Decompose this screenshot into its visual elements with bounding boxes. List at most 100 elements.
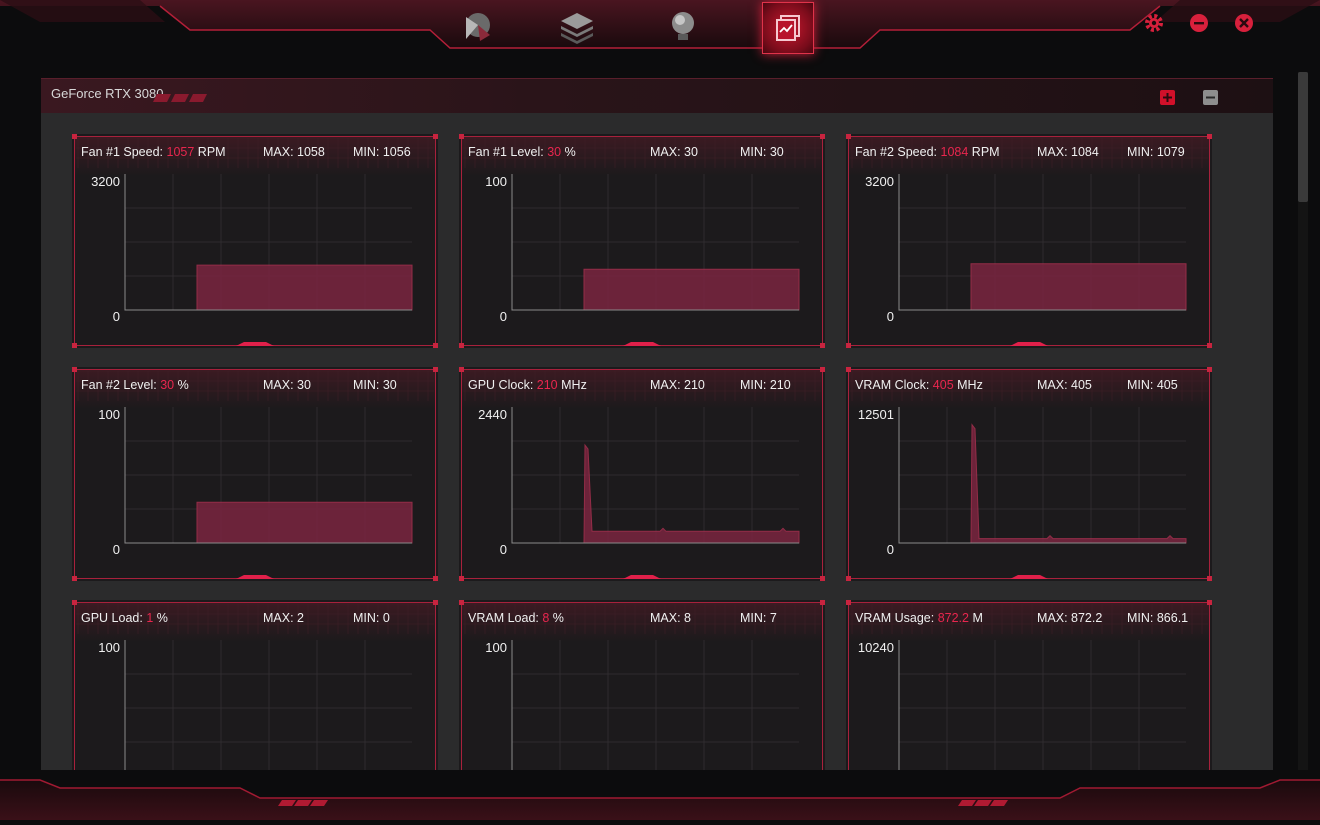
metric-min: MIN: 405 [1127,378,1178,392]
metric-chart [511,640,799,777]
card-title: Fan #1 Speed: 1057 RPM [81,145,226,159]
y-axis-min-label: 0 [499,309,507,324]
metric-min: MIN: 30 [353,378,397,392]
metric-value: 30 [547,145,562,159]
metric-label: Fan #1 Speed [81,145,160,159]
y-axis-min-label: 0 [886,542,894,557]
card-title: Fan #1 Level: 30 % [468,145,576,159]
metric-max: MAX: 405 [1037,378,1092,392]
metric-value: 30 [160,378,175,392]
card-title: Fan #2 Speed: 1084 RPM [855,145,1000,159]
y-axis-max-label: 100 [98,640,120,655]
metric-chart [511,174,800,311]
metric-value: 405 [932,378,954,392]
metric-unit: % [552,611,564,625]
monitor-chart-icon [776,15,800,41]
collapse-button[interactable] [1203,90,1218,105]
metric-min: MIN: 1079 [1127,145,1185,159]
expand-button[interactable] [1160,90,1175,105]
metric-unit: M [972,611,983,625]
scrollbar-thumb[interactable] [1298,72,1308,202]
y-axis-max-label: 2440 [478,407,507,422]
metric-label: GPU Load [81,611,140,625]
metric-min: MIN: 210 [740,378,791,392]
chart-grid [125,640,412,776]
panel-header: GeForce RTX 3080 [41,78,1273,113]
layers-icon [561,13,593,44]
metric-chart [124,174,413,311]
nav-monitor-button[interactable] [762,2,814,54]
lightbulb-icon [672,12,694,40]
card-title: GPU Clock: 210 MHz [468,378,587,392]
metric-value: 8 [542,611,550,625]
y-axis-min-label: 0 [886,309,894,324]
monitor-card-fan-2-speed: Fan #2 Speed: 1084 RPM MAX: 1084 MIN: 1079… [846,134,1212,348]
nav-lighting-button[interactable] [658,2,708,52]
metric-max: MAX: 1084 [1037,145,1099,159]
y-axis-min-label: 0 [499,542,507,557]
metric-min: MIN: 0 [353,611,390,625]
metric-min: MIN: 1056 [353,145,411,159]
nav-gpu-tweak-button[interactable] [451,2,501,52]
close-button[interactable] [1232,11,1256,35]
metric-label: VRAM Load [468,611,536,625]
chart-grid [899,640,1186,776]
metric-unit: RPM [971,145,1000,159]
y-axis-max-label: 12501 [857,407,894,422]
monitor-card-fan-1-level: Fan #1 Level: 30 % MAX: 30 MIN: 30 100 0 [459,134,825,348]
metric-max: MAX: 872.2 [1037,611,1103,625]
settings-button[interactable] [1142,11,1166,35]
y-axis-max-label: 100 [98,407,120,422]
settings-icon [1145,14,1163,32]
metric-value: 1084 [940,145,969,159]
monitor-card-gpu-clock: GPU Clock: 210 MHz MAX: 210 MIN: 210 2440 0 [459,367,825,581]
metric-max: MAX: 30 [650,145,698,159]
monitor-card-fan-1-speed: Fan #1 Speed: 1057 RPM MAX: 1058 MIN: 1056… [72,134,438,348]
chart-grid [899,407,1186,543]
header-stripes [153,94,207,102]
chart-grid [512,407,799,543]
metric-value: 210 [536,378,558,392]
metric-unit: % [564,145,576,159]
metric-value: 1057 [166,145,195,159]
metric-chart [898,640,1186,777]
metric-max: MAX: 210 [650,378,705,392]
metric-label: GPU Clock [468,378,530,392]
y-axis-min-label: 0 [112,542,120,557]
series-area [970,423,1187,544]
panel-title: GeForce RTX 3080 [51,86,164,101]
metric-label: Fan #1 Level [468,145,541,159]
monitor-card-vram-clock: VRAM Clock: 405 MHz MAX: 405 MIN: 405 12501… [846,367,1212,581]
bottom-bar-frame [0,770,1320,820]
metric-label: Fan #2 Level [81,378,154,392]
metric-label: VRAM Usage [855,611,931,625]
metric-label: VRAM Clock [855,378,926,392]
metric-chart [898,407,1187,544]
y-axis-max-label: 3200 [91,174,120,189]
metric-min: MIN: 30 [740,145,784,159]
plus-icon [1163,93,1172,102]
monitor-card-fan-2-level: Fan #2 Level: 30 % MAX: 30 MIN: 30 100 0 [72,367,438,581]
card-title: VRAM Clock: 405 MHz [855,378,983,392]
y-axis-max-label: 3200 [865,174,894,189]
minimize-button[interactable] [1187,11,1211,35]
card-title: Fan #2 Level: 30 % [81,378,189,392]
metric-chart [511,407,800,544]
y-axis-min-label: 0 [112,309,120,324]
metric-unit: % [177,378,189,392]
card-title: VRAM Load: 8 % [468,611,564,625]
card-title: GPU Load: 1 % [81,611,168,625]
metric-label: Fan #2 Speed [855,145,934,159]
metric-min: MIN: 866.1 [1127,611,1189,625]
series-area [583,443,800,544]
bottom-bar [0,770,1320,820]
chart-grid [512,640,799,776]
y-axis-max-label: 100 [485,174,507,189]
series-area [970,263,1187,311]
card-title: VRAM Usage: 872.2 M [855,611,983,625]
metric-max: MAX: 8 [650,611,691,625]
series-area [196,264,413,311]
series-area [196,501,413,544]
y-axis-max-label: 10240 [857,640,894,655]
nav-layers-button[interactable] [552,2,602,52]
